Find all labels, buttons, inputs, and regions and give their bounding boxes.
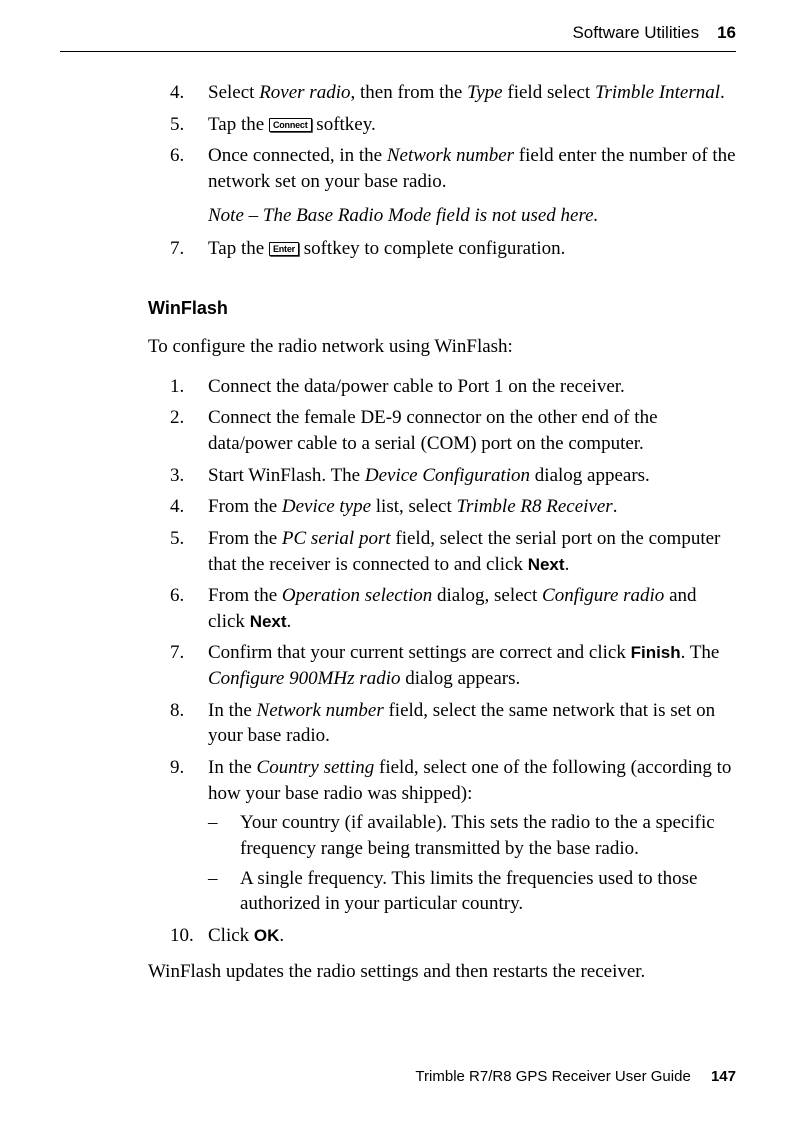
wf-step-2: 2. Connect the female DE-9 connector on … (170, 405, 736, 456)
sub-dash: – (208, 810, 240, 861)
sub-body: Your country (if available). This sets t… (240, 810, 736, 861)
header-chapter: 16 (717, 22, 736, 45)
wf-step-1: 1. Connect the data/power cable to Port … (170, 374, 736, 400)
step-number: 2. (170, 405, 208, 456)
step-body: Tap the Enter softkey to complete config… (208, 236, 736, 262)
wf-step-10: 10. Click OK. (170, 923, 736, 949)
wf-step-6: 6. From the Operation selection dialog, … (170, 583, 736, 634)
wf-step-4: 4. From the Device type list, select Tri… (170, 494, 736, 520)
sub-item-frequency: – A single frequency. This limits the fr… (208, 866, 736, 917)
step-body: In the Network number field, select the … (208, 698, 736, 749)
step-number: 4. (170, 494, 208, 520)
step-body: Confirm that your current settings are c… (208, 640, 736, 691)
content-area: 4. Select Rover radio, then from the Typ… (170, 80, 736, 984)
enter-softkey-icon: Enter (269, 242, 299, 256)
step-number: 1. (170, 374, 208, 400)
step-7: 7. Tap the Enter softkey to complete con… (170, 236, 736, 262)
step-number: 10. (170, 923, 208, 949)
step-number: 6. (170, 143, 208, 194)
step-body: In the Country setting field, select one… (208, 755, 736, 917)
step-number: 5. (170, 526, 208, 577)
closing-text: WinFlash updates the radio settings and … (148, 959, 736, 985)
note-text: The Base Radio Mode field is not used he… (263, 205, 598, 226)
page-footer: Trimble R7/R8 GPS Receiver User Guide 14… (415, 1067, 736, 1087)
step-body: From the Device type list, select Trimbl… (208, 494, 736, 520)
step-number: 3. (170, 463, 208, 489)
sub-body: A single frequency. This limits the freq… (240, 866, 736, 917)
step-body: Connect the data/power cable to Port 1 o… (208, 374, 736, 400)
note-label: Note – (208, 205, 263, 226)
winflash-intro: To configure the radio network using Win… (148, 334, 736, 360)
header-rule (60, 51, 736, 52)
footer-page-number: 147 (711, 1068, 736, 1085)
winflash-heading: WinFlash (148, 296, 736, 320)
step-body: Tap the Connect softkey. (208, 112, 736, 138)
step-5: 5. Tap the Connect softkey. (170, 112, 736, 138)
step-4: 4. Select Rover radio, then from the Typ… (170, 80, 736, 106)
footer-text: Trimble R7/R8 GPS Receiver User Guide (415, 1068, 690, 1085)
wf-step-8: 8. In the Network number field, select t… (170, 698, 736, 749)
step-number: 8. (170, 698, 208, 749)
page-header: Software Utilities 16 (60, 22, 736, 45)
step-6: 6. Once connected, in the Network number… (170, 143, 736, 194)
wf-step-5: 5. From the PC serial port field, select… (170, 526, 736, 577)
step-number: 7. (170, 640, 208, 691)
wf-step-3: 3. Start WinFlash. The Device Configurat… (170, 463, 736, 489)
wf-step-7: 7. Confirm that your current settings ar… (170, 640, 736, 691)
note: Note – The Base Radio Mode field is not … (208, 203, 736, 229)
step-number: 4. (170, 80, 208, 106)
connect-softkey-icon: Connect (269, 118, 312, 132)
step-body: Once connected, in the Network number fi… (208, 143, 736, 194)
step-number: 7. (170, 236, 208, 262)
sub-dash: – (208, 866, 240, 917)
step-number: 6. (170, 583, 208, 634)
step-body: Click OK. (208, 923, 736, 949)
step-body: Connect the female DE-9 connector on the… (208, 405, 736, 456)
step-body: From the PC serial port field, select th… (208, 526, 736, 577)
step-number: 9. (170, 755, 208, 917)
step-body: Start WinFlash. The Device Configuration… (208, 463, 736, 489)
step-number: 5. (170, 112, 208, 138)
step-body: From the Operation selection dialog, sel… (208, 583, 736, 634)
sub-item-country: – Your country (if available). This sets… (208, 810, 736, 861)
step-body: Select Rover radio, then from the Type f… (208, 80, 736, 106)
wf-step-9: 9. In the Country setting field, select … (170, 755, 736, 917)
header-title: Software Utilities (572, 22, 699, 45)
